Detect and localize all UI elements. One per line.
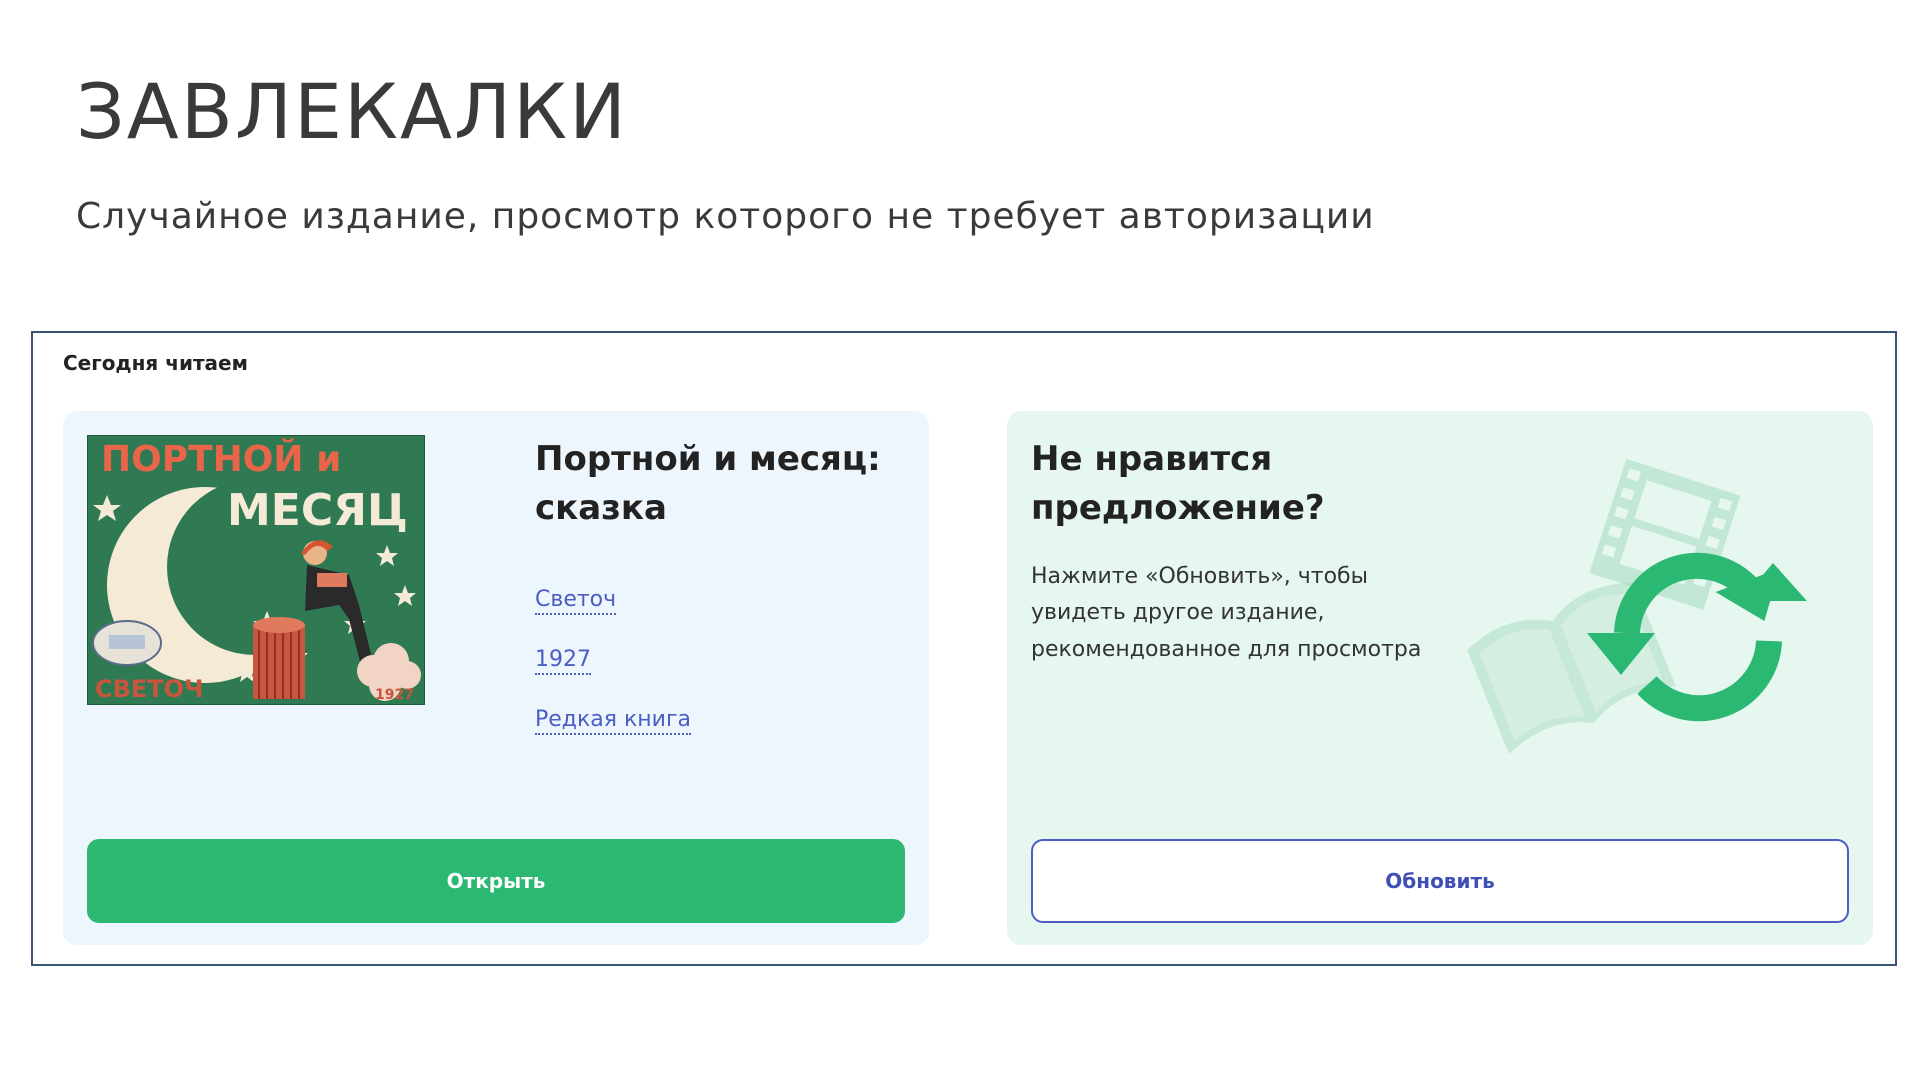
- today-reading-widget: Сегодня читаем ПОРТНОЙ и МЕСЯЦ СВЕТОЧ 19…: [31, 331, 1897, 966]
- svg-text:ПОРТНОЙ и: ПОРТНОЙ и: [101, 438, 341, 480]
- open-button[interactable]: Открыть: [87, 839, 905, 923]
- book-cover-image[interactable]: ПОРТНОЙ и МЕСЯЦ СВЕТОЧ 1927: [87, 435, 425, 705]
- svg-text:1927: 1927: [375, 687, 414, 703]
- offer-card: Не нравится предложение? Нажмите «Обнови…: [1007, 411, 1873, 945]
- slide-title: ЗАВЛЕКАЛКИ: [76, 67, 628, 156]
- book-title[interactable]: Портной и месяц: сказка: [535, 435, 905, 534]
- slide-subtitle: Случайное издание, просмотр которого не …: [76, 196, 1375, 237]
- refresh-button[interactable]: Обновить: [1031, 839, 1849, 923]
- year-link[interactable]: 1927: [535, 647, 591, 676]
- svg-text:СВЕТОЧ: СВЕТОЧ: [95, 675, 203, 703]
- book-card: ПОРТНОЙ и МЕСЯЦ СВЕТОЧ 1927 Портной и ме…: [63, 411, 929, 945]
- publisher-link[interactable]: Светоч: [535, 587, 617, 616]
- category-link[interactable]: Редкая книга: [535, 707, 692, 736]
- widget-heading: Сегодня читаем: [63, 351, 248, 375]
- svg-text:МЕСЯЦ: МЕСЯЦ: [227, 485, 408, 536]
- refresh-arrows-icon: [1457, 451, 1837, 761]
- offer-text: Нажмите «Обновить», чтобы увидеть другое…: [1031, 564, 1422, 662]
- offer-title: Не нравится предложение?: [1031, 439, 1325, 529]
